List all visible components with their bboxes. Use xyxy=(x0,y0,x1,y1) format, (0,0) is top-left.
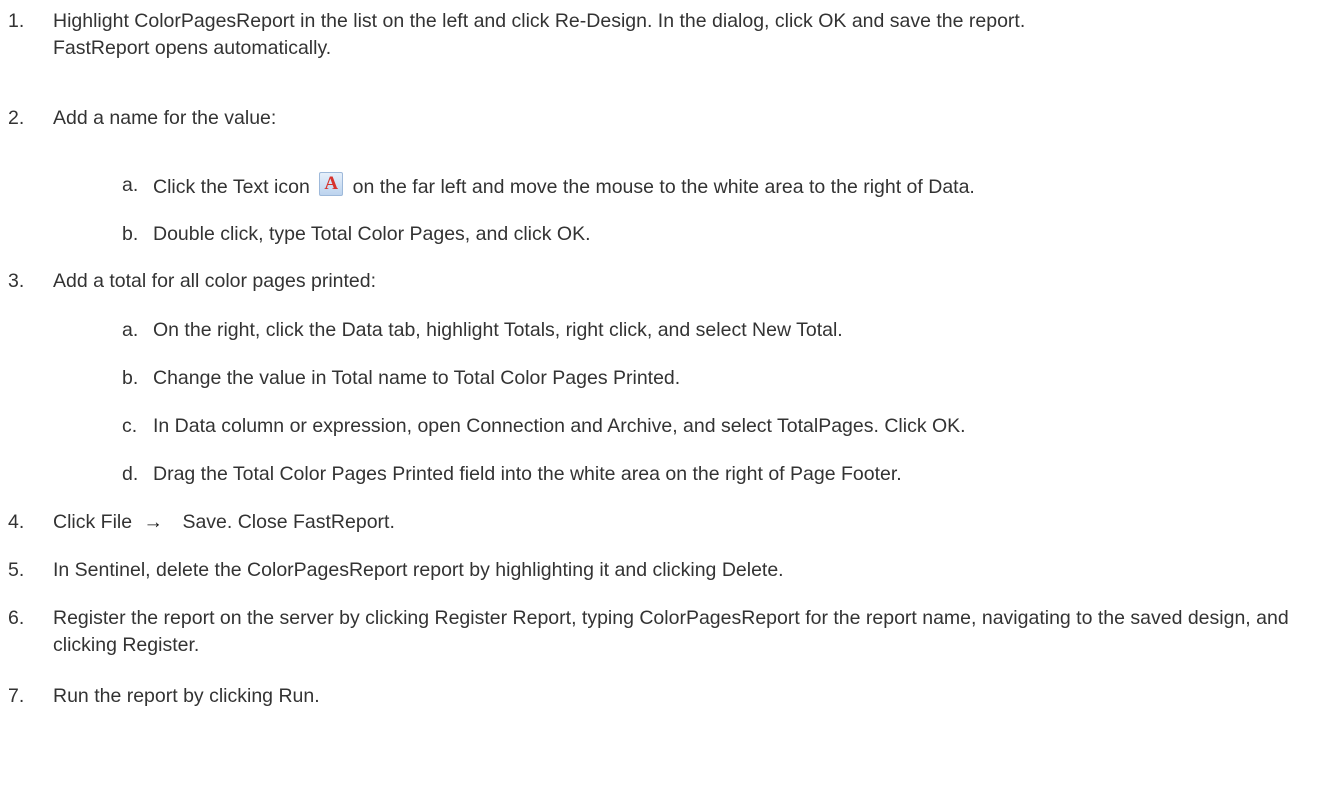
step-text: Add a name for the value: xyxy=(53,107,277,129)
step-note: FastReport opens automatically. xyxy=(53,37,332,59)
step-text: In Sentinel, delete the ColorPagesReport… xyxy=(53,559,784,581)
right-arrow-icon: → xyxy=(143,511,164,533)
step-number: 4. xyxy=(8,511,25,533)
step-number: 3. xyxy=(8,270,25,292)
step-text-after: Save. Close FastReport. xyxy=(182,511,395,533)
step-number: 1. xyxy=(8,10,25,32)
substep-letter: c. xyxy=(122,415,138,437)
step-text: Register the report on the server by cli… xyxy=(53,607,1289,656)
step-2: 2. Add a name for the value: xyxy=(8,105,1308,132)
step-3-substep-c: c. In Data column or expression, open Co… xyxy=(122,413,1308,440)
step-1: 1. Highlight ColorPagesReport in the lis… xyxy=(8,8,1308,62)
substep-text: Double click, type Total Color Pages, an… xyxy=(153,223,591,245)
substep-text: In Data column or expression, open Conne… xyxy=(153,415,966,437)
step-2-substep-a: a. Click the Text icon A on the far left… xyxy=(122,172,1308,201)
substep-text: Drag the Total Color Pages Printed field… xyxy=(153,463,902,485)
step-number: 5. xyxy=(8,559,25,581)
substep-letter: a. xyxy=(122,174,139,196)
step-3-substep-d: d. Drag the Total Color Pages Printed fi… xyxy=(122,461,1308,488)
step-number: 7. xyxy=(8,685,25,707)
step-5: 5. In Sentinel, delete the ColorPagesRep… xyxy=(8,557,1308,584)
step-text: Add a total for all color pages printed: xyxy=(53,270,377,292)
substep-text-before: Click the Text icon xyxy=(153,176,310,198)
step-3-substep-a: a. On the right, click the Data tab, hig… xyxy=(122,317,1308,344)
text-tool-icon: A xyxy=(319,172,344,196)
step-text-before: Click File xyxy=(53,511,133,533)
step-3-substep-b: b. Change the value in Total name to Tot… xyxy=(122,365,1308,392)
substep-text: On the right, click the Data tab, highli… xyxy=(153,319,843,341)
step-7: 7. Run the report by clicking Run. xyxy=(8,683,1308,710)
step-4: 4. Click File → Save. Close FastReport. xyxy=(8,509,1308,536)
step-2-substep-b: b. Double click, type Total Color Pages,… xyxy=(122,221,1308,248)
instructions-document: 1. Highlight ColorPagesReport in the lis… xyxy=(0,0,1320,785)
substep-text: Change the value in Total name to Total … xyxy=(153,367,681,389)
substep-text-after: on the far left and move the mouse to th… xyxy=(352,176,975,198)
substep-letter: d. xyxy=(122,463,139,485)
step-number: 2. xyxy=(8,107,25,129)
step-3: 3. Add a total for all color pages print… xyxy=(8,268,1308,295)
step-text: Run the report by clicking Run. xyxy=(53,685,320,707)
substep-letter: b. xyxy=(122,223,139,245)
substep-letter: b. xyxy=(122,367,139,389)
step-text: Highlight ColorPagesReport in the list o… xyxy=(53,10,1026,32)
step-6: 6. Register the report on the server by … xyxy=(8,605,1308,659)
step-number: 6. xyxy=(8,607,25,629)
substep-letter: a. xyxy=(122,319,139,341)
